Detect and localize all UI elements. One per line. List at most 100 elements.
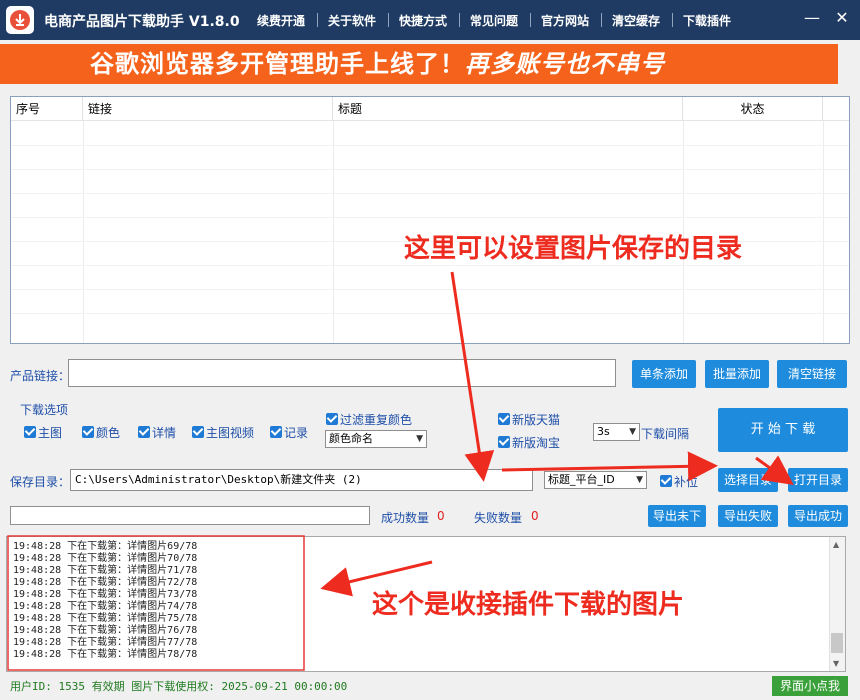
checkbox-checked-icon [82, 426, 94, 438]
color-checkbox[interactable]: 颜色 [82, 424, 120, 441]
checkbox-checked-icon [660, 475, 672, 487]
banner-italic-text: 再多账号也不串号 [465, 50, 665, 78]
status-text: 用户ID: 1535 有效期 图片下载使用权: 2025-09-21 00:00… [10, 680, 348, 693]
color-label: 颜色 [96, 426, 121, 440]
export-pending-button[interactable]: 导出未下 [648, 505, 706, 527]
save-dir-input[interactable]: C:\Users\Administrator\Desktop\新建文件夹 (2) [70, 469, 533, 491]
log-line: 19:48:28 下在下载第：详情图片73/78 [13, 589, 198, 600]
menu-divider [672, 13, 673, 27]
annotation-plugin-note: 这个是收接插件下载的图片 [372, 590, 685, 620]
grid-line [11, 289, 849, 290]
menu-faq[interactable]: 常见问题 [470, 12, 518, 29]
app-title: 电商产品图片下载助手 V1.8.0 [44, 14, 240, 30]
chevron-down-icon: ▼ [416, 434, 423, 444]
file-naming-value: 标题_平台_ID [548, 473, 615, 486]
menu-about[interactable]: 关于软件 [328, 12, 376, 29]
column-header-link[interactable]: 链接 [83, 97, 333, 121]
link-table[interactable]: 序号 链接 标题 状态 [10, 96, 850, 344]
main-image-label: 主图 [38, 426, 63, 440]
scroll-thumb[interactable] [831, 633, 843, 653]
log-line: 19:48:28 下在下载第：详情图片70/78 [13, 553, 198, 564]
checkbox-checked-icon [138, 426, 150, 438]
checkbox-checked-icon [498, 413, 510, 425]
scroll-up-icon[interactable]: ▲ [833, 540, 839, 549]
interval-select[interactable]: 3s ▼ [593, 423, 640, 441]
menu-renew[interactable]: 续费开通 [257, 12, 305, 29]
minimize-icon[interactable]: — [800, 8, 824, 27]
fail-count-label: 失败数量 [474, 511, 523, 525]
grid-line [333, 121, 334, 343]
menu-website[interactable]: 官方网站 [541, 12, 589, 29]
checkbox-checked-icon [498, 436, 510, 448]
menu-divider [530, 13, 531, 27]
log-line: 19:48:28 下在下载第：详情图片74/78 [13, 601, 198, 612]
success-count: 0 [437, 509, 445, 523]
choose-dir-button[interactable]: 选择目录 [718, 468, 778, 492]
main-video-label: 主图视频 [206, 426, 255, 440]
save-dir-label: 保存目录： [10, 475, 71, 489]
detail-label: 详情 [152, 426, 177, 440]
log-line: 19:48:28 下在下载第：详情图片78/78 [13, 649, 198, 660]
open-dir-button[interactable]: 打开目录 [788, 468, 848, 492]
checkbox-checked-icon [270, 426, 282, 438]
close-icon[interactable]: ✕ [830, 8, 854, 27]
column-header-index[interactable]: 序号 [11, 97, 83, 121]
banner-main-text: 谷歌浏览器多开管理助手上线了！ [90, 50, 465, 78]
log-line: 19:48:28 下在下载第：详情图片72/78 [13, 577, 198, 588]
clear-links-button[interactable]: 清空链接 [777, 360, 847, 388]
new-taobao-label: 新版淘宝 [512, 436, 561, 450]
main-video-checkbox[interactable]: 主图视频 [192, 424, 254, 441]
log-scrollbar[interactable]: ▲ ▼ [829, 537, 845, 671]
filter-duplicate-colors-checkbox[interactable]: 过滤重复颜色 [326, 411, 412, 428]
fail-count: 0 [531, 509, 539, 523]
grid-line [823, 121, 824, 343]
new-taobao-checkbox[interactable]: 新版淘宝 [498, 434, 560, 451]
chevron-down-icon: ▼ [629, 427, 636, 437]
add-batch-button[interactable]: 批量添加 [705, 360, 769, 388]
log-line: 19:48:28 下在下载第：详情图片71/78 [13, 565, 198, 576]
product-link-input[interactable] [68, 359, 616, 387]
new-tmall-label: 新版天猫 [512, 413, 561, 427]
main-image-checkbox[interactable]: 主图 [24, 424, 62, 441]
checkbox-checked-icon [192, 426, 204, 438]
filter-duplicate-colors-label: 过滤重复颜色 [340, 413, 413, 427]
column-header-status[interactable]: 状态 [683, 97, 823, 121]
checkbox-checked-icon [24, 426, 36, 438]
menu-clear-cache[interactable]: 清空缓存 [612, 12, 660, 29]
scroll-down-icon[interactable]: ▼ [833, 659, 839, 668]
grid-line [11, 265, 849, 266]
menu-divider [388, 13, 389, 27]
export-failed-button[interactable]: 导出失败 [718, 505, 778, 527]
grid-line [11, 313, 849, 314]
interval-label: 下载间隔 [641, 427, 690, 441]
grid-line [11, 193, 849, 194]
record-label: 记录 [284, 426, 309, 440]
column-header-title[interactable]: 标题 [333, 97, 683, 121]
detail-checkbox[interactable]: 详情 [138, 424, 176, 441]
promo-banner[interactable]: 谷歌浏览器多开管理助手上线了！再多账号也不串号 [0, 44, 838, 84]
log-line: 19:48:28 下在下载第：详情图片75/78 [13, 613, 198, 624]
add-single-button[interactable]: 单条添加 [632, 360, 696, 388]
menu-shortcut[interactable]: 快捷方式 [399, 12, 447, 29]
success-count-label: 成功数量 [381, 511, 430, 525]
checkbox-checked-icon [326, 413, 338, 425]
log-line: 19:48:28 下在下载第：详情图片76/78 [13, 625, 198, 636]
download-options-label: 下载选项 [20, 403, 69, 417]
menu-divider [459, 13, 460, 27]
log-lines: 19:48:28 下在下载第：详情图片69/78 19:48:28 下在下载第：详… [13, 541, 197, 661]
menu-divider [317, 13, 318, 27]
pad-checkbox[interactable]: 补位 [660, 473, 698, 490]
start-download-button[interactable]: 开 始 下 载 [718, 408, 848, 452]
record-checkbox[interactable]: 记录 [270, 424, 308, 441]
color-naming-select[interactable]: 颜色命名 ▼ [325, 430, 427, 448]
menu-divider [601, 13, 602, 27]
export-success-button[interactable]: 导出成功 [788, 505, 848, 527]
file-naming-select[interactable]: 标题_平台_ID ▼ [544, 471, 647, 489]
menu-download-plugin[interactable]: 下载插件 [683, 12, 731, 29]
grid-line [11, 145, 849, 146]
grid-line [83, 121, 84, 343]
chevron-down-icon: ▼ [636, 475, 643, 485]
new-tmall-checkbox[interactable]: 新版天猫 [498, 411, 560, 428]
product-link-label: 产品链接： [10, 369, 71, 383]
compact-ui-button[interactable]: 界面小点我 [772, 676, 848, 696]
